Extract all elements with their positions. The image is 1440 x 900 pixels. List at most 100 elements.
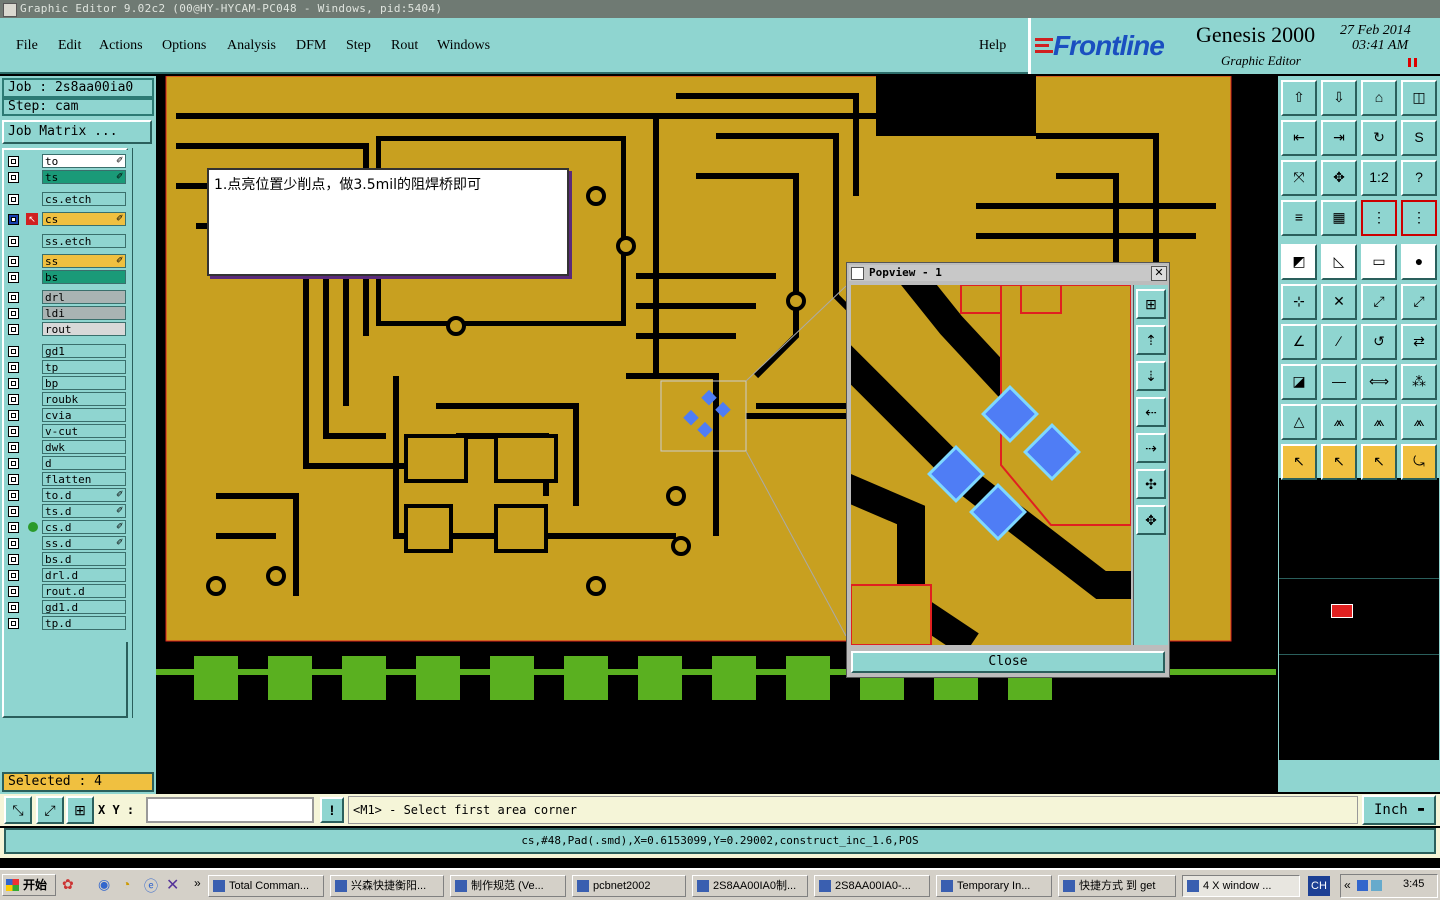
menu-help[interactable]: Help bbox=[979, 38, 1006, 54]
layer-checkbox[interactable] bbox=[8, 490, 19, 501]
menu-actions[interactable]: Actions bbox=[99, 38, 143, 54]
tool-route-icon[interactable]: ⤿ bbox=[1401, 444, 1437, 480]
tool-layers-red-icon[interactable]: ⋮ bbox=[1361, 200, 1397, 236]
layer-checkbox[interactable] bbox=[8, 410, 19, 421]
popview-zoom-out-icon[interactable]: ✥ bbox=[1136, 505, 1166, 535]
menu-dfm[interactable]: DFM bbox=[296, 38, 326, 54]
popview-close-icon[interactable]: ✕ bbox=[1151, 266, 1167, 281]
menu-analysis[interactable]: Analysis bbox=[227, 38, 276, 54]
layer-checkbox[interactable] bbox=[8, 236, 19, 247]
tool-triangle3-icon[interactable]: ⩕ bbox=[1361, 404, 1397, 440]
layer-row-d[interactable]: d bbox=[4, 456, 128, 471]
layer-row-to[interactable]: to ✐ bbox=[4, 154, 128, 169]
tool-snake-icon[interactable]: S bbox=[1401, 120, 1437, 156]
layer-checkbox[interactable] bbox=[8, 214, 19, 225]
layer-row-ss[interactable]: ss ✐ bbox=[4, 254, 128, 269]
tool-query-icon[interactable]: ? bbox=[1401, 160, 1437, 196]
layer-row-gd1-d[interactable]: gd1.d bbox=[4, 600, 128, 615]
task-xingsen[interactable]: 兴森快捷衡阳... bbox=[330, 875, 444, 897]
layer-checkbox[interactable] bbox=[8, 378, 19, 389]
layer-checkbox[interactable] bbox=[8, 458, 19, 469]
tool-connect2-icon[interactable]: ⤢ bbox=[1401, 284, 1437, 320]
tool-measure-h-icon[interactable]: ⟺ bbox=[1361, 364, 1397, 400]
layer-row-bp[interactable]: bp bbox=[4, 376, 128, 391]
layer-row-ss-etch[interactable]: ss.etch bbox=[4, 234, 128, 249]
layer-row-bs-d[interactable]: bs.d bbox=[4, 552, 128, 567]
menu-options[interactable]: Options bbox=[162, 38, 206, 54]
task-job-a[interactable]: 2S8AA00IA0制... bbox=[692, 875, 808, 897]
layer-checkbox[interactable] bbox=[8, 538, 19, 549]
menu-file[interactable]: File bbox=[16, 38, 38, 54]
menu-windows[interactable]: Windows bbox=[437, 38, 490, 54]
language-indicator[interactable]: CH bbox=[1308, 876, 1330, 896]
tool-split-icon[interactable]: ◫ bbox=[1401, 80, 1437, 116]
layer-row-cvia[interactable]: cvia bbox=[4, 408, 128, 423]
tool-pointer-box-icon[interactable]: ◩ bbox=[1281, 244, 1317, 280]
popview-pan-right-icon[interactable]: ⇢ bbox=[1136, 433, 1166, 463]
tool-select-icon[interactable]: ↖ bbox=[1281, 444, 1317, 480]
tool-arc-icon[interactable]: ↺ bbox=[1361, 324, 1397, 360]
quicklaunch-icon[interactable]: ✿ bbox=[62, 876, 74, 893]
tool-cluster-icon[interactable]: ⁂ bbox=[1401, 364, 1437, 400]
layer-checkbox[interactable] bbox=[8, 272, 19, 283]
tool-select3-icon[interactable]: ↖ bbox=[1361, 444, 1397, 480]
layer-row-cs-d[interactable]: cs.d ✐ bbox=[4, 520, 128, 535]
layer-checkbox[interactable] bbox=[8, 426, 19, 437]
task-temporary[interactable]: Temporary In... bbox=[936, 875, 1052, 897]
layer-checkbox[interactable] bbox=[8, 346, 19, 357]
tray-expand-icon[interactable]: « bbox=[1344, 878, 1351, 892]
tool-triangle-icon[interactable]: △ bbox=[1281, 404, 1317, 440]
tool-fit-icon[interactable]: ⤧ bbox=[1281, 160, 1317, 196]
layer-row-ts[interactable]: ts ✐ bbox=[4, 170, 128, 185]
tool-mirror-icon[interactable]: ⇄ bbox=[1401, 324, 1437, 360]
popview-zoom-fit-icon[interactable]: ⊞ bbox=[1136, 289, 1166, 319]
xwindow-icon[interactable]: ✕ bbox=[166, 875, 179, 895]
tool-grid-toggle-icon[interactable]: ▦ bbox=[1321, 200, 1357, 236]
layer-row-roubk[interactable]: roubk bbox=[4, 392, 128, 407]
layer-checkbox[interactable] bbox=[8, 156, 19, 167]
tool-angle-icon[interactable]: ∠ bbox=[1281, 324, 1317, 360]
layer-row-tp-d[interactable]: tp.d bbox=[4, 616, 128, 631]
tool-dot-icon[interactable]: ● bbox=[1401, 244, 1437, 280]
alert-icon[interactable]: ! bbox=[320, 797, 344, 823]
task-pcbnet[interactable]: pcbnet2002 bbox=[572, 875, 686, 897]
layer-row-bs[interactable]: bs bbox=[4, 270, 128, 285]
popview-canvas[interactable] bbox=[851, 285, 1131, 645]
popview-zoom-in-icon[interactable]: ✣ bbox=[1136, 469, 1166, 499]
layer-checkbox[interactable] bbox=[8, 172, 19, 183]
more-icon[interactable]: » bbox=[194, 876, 201, 890]
layer-checkbox[interactable] bbox=[8, 394, 19, 405]
tool-filter-icon[interactable]: ≡ bbox=[1281, 200, 1317, 236]
tool-triangle4-icon[interactable]: ⩕ bbox=[1401, 404, 1437, 440]
layer-checkbox[interactable] bbox=[8, 362, 19, 373]
layer-row-drl-d[interactable]: drl.d bbox=[4, 568, 128, 583]
layer-checkbox[interactable] bbox=[8, 324, 19, 335]
popview-pan-down-icon[interactable]: ⇣ bbox=[1136, 361, 1166, 391]
tool-connect-icon[interactable]: ⤢ bbox=[1361, 284, 1397, 320]
zoom-area-icon[interactable]: ⤡ bbox=[4, 796, 32, 824]
tool-triangle2-icon[interactable]: ⩕ bbox=[1321, 404, 1357, 440]
tool-net-icon[interactable]: ⊹ bbox=[1281, 284, 1317, 320]
layer-row-ts-d[interactable]: ts.d ✐ bbox=[4, 504, 128, 519]
tool-layers-red2-icon[interactable]: ⋮ bbox=[1401, 200, 1437, 236]
mini-map-viewport[interactable] bbox=[1331, 604, 1353, 618]
layer-checkbox[interactable] bbox=[8, 522, 19, 533]
browser-icon[interactable]: ◉ bbox=[98, 876, 110, 893]
layer-row-gd1[interactable]: gd1 bbox=[4, 344, 128, 359]
tool-house-icon[interactable]: ⌂ bbox=[1361, 80, 1397, 116]
menu-rout[interactable]: Rout bbox=[391, 38, 418, 54]
layer-row-rout[interactable]: rout bbox=[4, 322, 128, 337]
tool-cross-icon[interactable]: ✕ bbox=[1321, 284, 1357, 320]
measure-icon[interactable]: ⤢ bbox=[36, 796, 64, 824]
layer-row-ldi[interactable]: ldi bbox=[4, 306, 128, 321]
tool-down-icon[interactable]: ⇩ bbox=[1321, 80, 1357, 116]
layer-row-ss-d[interactable]: ss.d ✐ bbox=[4, 536, 128, 551]
popview-pan-left-icon[interactable]: ⇠ bbox=[1136, 397, 1166, 427]
layer-checkbox[interactable] bbox=[8, 194, 19, 205]
xy-input[interactable] bbox=[146, 797, 314, 823]
tool-pan-right-icon[interactable]: ⇥ bbox=[1321, 120, 1357, 156]
task-xwindow[interactable]: 4 X window ... bbox=[1182, 875, 1300, 897]
tool-ruler-icon[interactable]: ▭ bbox=[1361, 244, 1397, 280]
layer-row-v-cut[interactable]: v-cut bbox=[4, 424, 128, 439]
layer-row-dwk[interactable]: dwk bbox=[4, 440, 128, 455]
